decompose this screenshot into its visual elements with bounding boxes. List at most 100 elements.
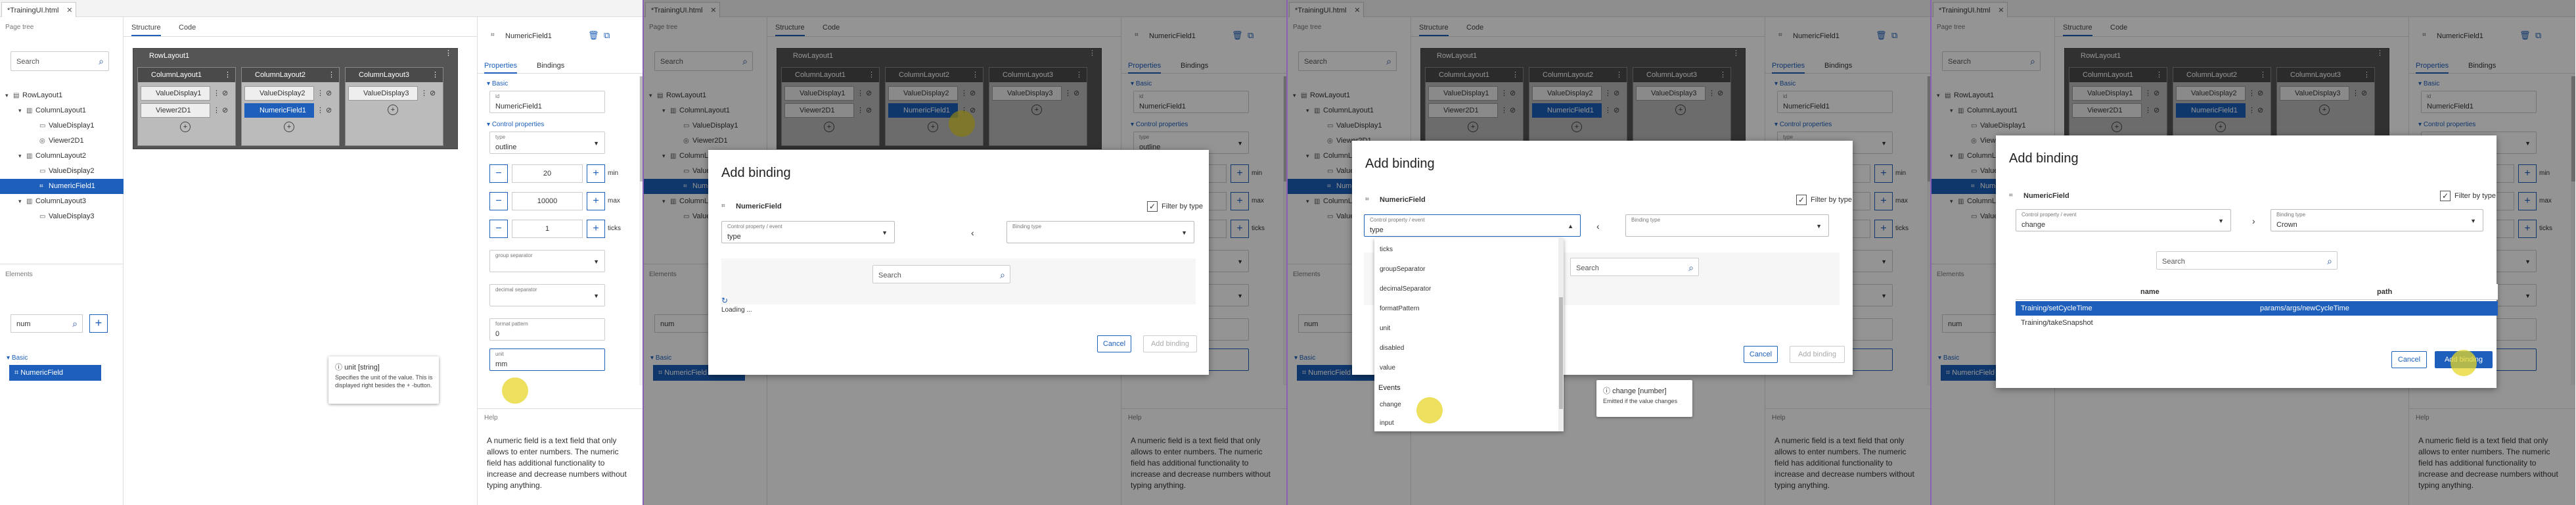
increment-button[interactable]: +: [587, 164, 605, 183]
table-row[interactable]: Training/takeSnapshot: [2016, 316, 2498, 330]
tab-structure[interactable]: Structure: [131, 24, 161, 36]
tree-item-rowlayout1[interactable]: ▾ ▤ RowLayout1: [0, 88, 124, 103]
group-separator-select[interactable]: group separator ▼: [489, 250, 605, 272]
search-icon[interactable]: ⌕: [2327, 256, 2332, 267]
dropdown-item[interactable]: unit: [1380, 325, 1390, 332]
close-icon[interactable]: ✕: [66, 6, 72, 14]
max-stepper[interactable]: −10000+max: [489, 192, 620, 210]
step-stepper[interactable]: −1+ticks: [489, 220, 621, 238]
tab-code[interactable]: Code: [179, 24, 196, 32]
tree-item-viewer2d1[interactable]: ◎ Viewer2D1: [0, 133, 124, 149]
more-icon[interactable]: ⋮: [317, 89, 324, 97]
cell-viewer2d1[interactable]: Viewer2D1: [141, 103, 210, 118]
stepper-value[interactable]: 1: [512, 220, 583, 238]
cancel-button[interactable]: Cancel: [1097, 335, 1131, 352]
page-tree-search[interactable]: Search ⌕: [11, 51, 109, 71]
filter-checkbox[interactable]: ✓: [2440, 191, 2451, 201]
visibility-icon[interactable]: ⊘: [222, 89, 228, 97]
tab-bindings[interactable]: Bindings: [537, 62, 564, 70]
dropdown-scrollbar[interactable]: [1558, 238, 1564, 431]
control-property-select[interactable]: Control property / event change ▼: [2016, 209, 2231, 231]
add-binding-button[interactable]: Add binding: [1143, 335, 1197, 352]
column-layout-2[interactable]: ColumnLayout2 ⋮ ValueDisplay2 ⋮ ⊘ NumericF…: [241, 67, 340, 146]
filter-checkbox[interactable]: ✓: [1147, 201, 1158, 212]
id-field[interactable]: id NumericField1: [489, 91, 605, 113]
tab-properties[interactable]: Properties: [484, 62, 518, 74]
stepper-value[interactable]: 10000: [512, 192, 583, 210]
binding-type-select[interactable]: Binding type ▼: [1625, 214, 1829, 237]
cancel-button[interactable]: Cancel: [1744, 346, 1778, 363]
add-element-button[interactable]: +: [89, 314, 108, 333]
chevron-down-icon[interactable]: ▾: [18, 194, 22, 209]
decrement-button[interactable]: −: [489, 164, 508, 183]
copy-icon[interactable]: ⧉: [604, 30, 610, 41]
chevron-down-icon[interactable]: ▾: [5, 88, 9, 103]
add-child-icon[interactable]: +: [388, 105, 398, 115]
column-layout-3[interactable]: ColumnLayout3 ⋮ ValueDisplay3 ⋮ ⊘ +: [345, 67, 443, 146]
tree-item-valuedisplay3[interactable]: ▭ValueDisplay3: [0, 209, 124, 224]
cell-valuedisplay3[interactable]: ValueDisplay3: [348, 86, 418, 101]
more-icon[interactable]: ⋮: [445, 49, 452, 57]
format-pattern-field[interactable]: format pattern 0: [489, 318, 605, 341]
dropdown-item[interactable]: formatPattern: [1380, 305, 1420, 312]
tree-item-valuedisplay2[interactable]: ▭ValueDisplay2: [0, 164, 124, 179]
filter-checkbox[interactable]: ✓: [1796, 195, 1807, 205]
unit-field[interactable]: unit mm: [489, 349, 605, 371]
properties-scrollbar[interactable]: [639, 76, 643, 385]
dropdown-item[interactable]: disabled: [1380, 345, 1404, 352]
binding-search[interactable]: Search ⌕: [1570, 258, 1699, 276]
more-icon[interactable]: ⋮: [213, 106, 220, 114]
chevron-down-icon[interactable]: ▾: [18, 149, 22, 164]
increment-button[interactable]: +: [587, 192, 605, 210]
more-icon[interactable]: ⋮: [213, 89, 220, 97]
tree-item-columnlayout1[interactable]: ▾ ▥ ColumnLayout1: [0, 103, 124, 118]
cancel-button[interactable]: Cancel: [2391, 351, 2427, 368]
visibility-icon[interactable]: ⊘: [326, 106, 332, 114]
more-icon[interactable]: ⋮: [317, 106, 324, 114]
add-binding-button[interactable]: Add binding: [1790, 346, 1845, 363]
increment-button[interactable]: +: [587, 220, 605, 238]
control-property-select[interactable]: Control property / event type ▼: [721, 221, 895, 243]
column-layout-1[interactable]: ColumnLayout1 ⋮ ValueDisplay1 ⋮ ⊘ Viewer2D…: [137, 67, 236, 146]
document-tab[interactable]: *TrainingUI.html ✕: [1, 2, 77, 17]
cell-valuedisplay2[interactable]: ValueDisplay2: [244, 86, 314, 101]
search-icon[interactable]: ⌕: [1000, 270, 1005, 281]
add-child-icon[interactable]: +: [284, 122, 294, 132]
binding-type-select[interactable]: Binding type Crown ▼: [2271, 209, 2483, 231]
search-icon[interactable]: ⌕: [1688, 262, 1694, 274]
cell-valuedisplay1[interactable]: ValueDisplay1: [141, 86, 210, 101]
tree-item-numericfield1[interactable]: ⌗ NumericField1: [0, 179, 124, 194]
more-icon[interactable]: ⋮: [420, 89, 428, 97]
visibility-icon[interactable]: ⊘: [430, 89, 436, 97]
dropdown-item[interactable]: groupSeparator: [1380, 266, 1426, 273]
more-icon[interactable]: ⋮: [432, 68, 439, 82]
visibility-icon[interactable]: ⊘: [326, 89, 332, 97]
dropdown-item-input[interactable]: input: [1380, 420, 1394, 427]
binding-search[interactable]: Search ⌕: [2156, 251, 2338, 270]
visibility-icon[interactable]: ⊘: [222, 106, 228, 114]
table-row[interactable]: Training/setCycleTime params/args/newCyc…: [2016, 301, 2498, 316]
dropdown-item-change[interactable]: change: [1380, 401, 1401, 408]
more-icon[interactable]: ⋮: [224, 68, 231, 82]
basic-group[interactable]: ▾ Basic: [487, 80, 508, 87]
search-icon[interactable]: ⌕: [99, 56, 104, 67]
row-layout[interactable]: RowLayout1 ⋮ ColumnLayout1 ⋮ ValueDisplay…: [133, 48, 458, 149]
search-icon[interactable]: ⌕: [72, 318, 78, 329]
scrollbar-thumb[interactable]: [1559, 297, 1563, 409]
chevron-down-icon[interactable]: ▾: [18, 103, 22, 118]
binding-search[interactable]: Search ⌕: [872, 265, 1010, 283]
trash-icon[interactable]: 🗑: [588, 30, 599, 41]
dropdown-item[interactable]: decimalSeparator: [1380, 285, 1431, 293]
dropdown-item[interactable]: ticks: [1380, 246, 1393, 253]
element-numericfield[interactable]: ⌗ NumericField: [9, 365, 101, 381]
elements-search[interactable]: num ⌕: [11, 314, 83, 333]
decrement-button[interactable]: −: [489, 192, 508, 210]
cell-numericfield1[interactable]: NumericField1: [244, 103, 314, 118]
add-child-icon[interactable]: +: [180, 122, 191, 132]
tree-item-columnlayout3[interactable]: ▾ ▥ ColumnLayout3: [0, 194, 124, 209]
dropdown-item[interactable]: value: [1380, 364, 1395, 372]
binding-type-select[interactable]: Binding type ▼: [1006, 221, 1194, 243]
min-stepper[interactable]: −20+min: [489, 164, 618, 183]
tree-item-valuedisplay1[interactable]: ▭ ValueDisplay1: [0, 118, 124, 133]
tree-item-columnlayout2[interactable]: ▾ ▥ ColumnLayout2: [0, 149, 124, 164]
